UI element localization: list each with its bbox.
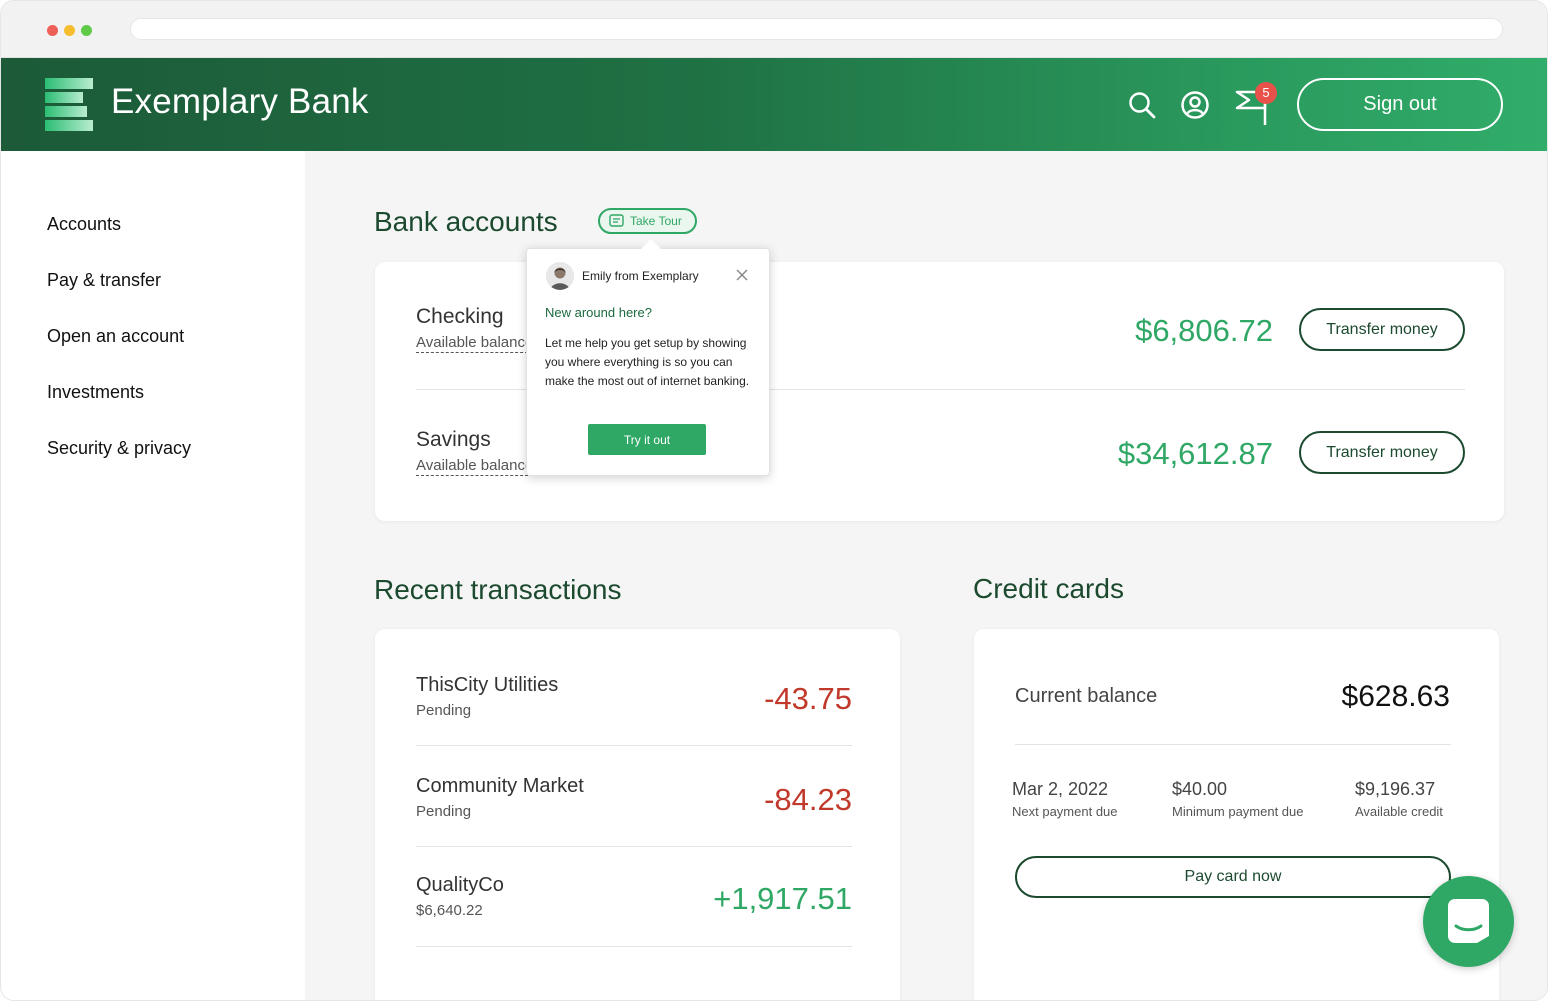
next-payment-date: Mar 2, 2022 bbox=[1012, 779, 1109, 799]
popover-body: Let me help you get setup by showing you… bbox=[545, 336, 750, 388]
savings-balance: $34,612.87 bbox=[1117, 436, 1273, 471]
minimize-window-button[interactable] bbox=[64, 25, 75, 36]
checking-balance: $6,806.72 bbox=[1135, 313, 1273, 348]
maximize-window-button[interactable] bbox=[81, 25, 92, 36]
transaction-name: Community Market bbox=[416, 775, 584, 797]
transaction-status: Pending bbox=[416, 702, 472, 719]
transaction-status: Pending bbox=[416, 803, 472, 820]
close-window-button[interactable] bbox=[47, 25, 58, 36]
popover-title: New around here? bbox=[545, 305, 652, 320]
sidebar-item-pay-transfer[interactable]: Pay & transfer bbox=[47, 270, 161, 291]
chat-icon bbox=[1448, 899, 1489, 943]
bank-accounts-title: Bank accounts bbox=[374, 206, 558, 237]
sidebar-item-security-privacy[interactable]: Security & privacy bbox=[47, 438, 191, 459]
current-balance-label: Current balance bbox=[1015, 685, 1158, 707]
sidebar-item-accounts[interactable]: Accounts bbox=[47, 214, 121, 235]
transaction-name: QualityCo bbox=[416, 874, 504, 896]
sidebar: Accounts Pay & transfer Open an account … bbox=[1, 151, 305, 1000]
savings-available-balance-label[interactable]: Available balance bbox=[416, 457, 534, 476]
notification-badge: 5 bbox=[1255, 82, 1277, 104]
savings-transfer-button[interactable]: Transfer money bbox=[1299, 431, 1465, 474]
checking-account-name: Checking bbox=[416, 305, 504, 328]
user-icon[interactable] bbox=[1180, 90, 1210, 120]
bank-logo-icon[interactable] bbox=[45, 78, 93, 131]
transaction-divider bbox=[416, 745, 852, 746]
popover-sender: Emily from Exemplary bbox=[582, 269, 699, 283]
sidebar-item-investments[interactable]: Investments bbox=[47, 382, 144, 403]
available-credit-caption: Available credit bbox=[1355, 804, 1443, 819]
search-icon[interactable] bbox=[1127, 90, 1157, 120]
next-payment-caption: Next payment due bbox=[1012, 804, 1118, 819]
minimum-payment-value: $40.00 bbox=[1172, 779, 1228, 799]
transaction-divider bbox=[416, 846, 852, 847]
transaction-name: ThisCity Utilities bbox=[416, 674, 559, 696]
avatar bbox=[546, 262, 574, 290]
available-credit-value: $9,196.37 bbox=[1355, 779, 1436, 799]
app-header: Exemplary Bank 5 Sign out bbox=[1, 58, 1547, 151]
brand-name: Exemplary Bank bbox=[111, 82, 369, 121]
browser-chrome bbox=[1, 1, 1547, 58]
checking-transfer-button[interactable]: Transfer money bbox=[1299, 308, 1465, 351]
transaction-amount: -43.75 bbox=[764, 681, 852, 716]
minimum-payment-caption: Minimum payment due bbox=[1172, 804, 1304, 819]
savings-account-name: Savings bbox=[416, 428, 491, 451]
transaction-balance: $6,640.22 bbox=[416, 902, 483, 919]
address-bar[interactable] bbox=[130, 18, 1503, 40]
checking-available-balance-label[interactable]: Available balance bbox=[416, 334, 534, 353]
app-window: Exemplary Bank 5 Sign out Accounts Pay &… bbox=[0, 0, 1548, 1001]
pay-card-now-button[interactable]: Pay card now bbox=[1015, 856, 1451, 898]
transaction-amount: +1,917.51 bbox=[713, 881, 852, 916]
recent-transactions-title: Recent transactions bbox=[374, 574, 622, 605]
popover-arrow bbox=[641, 239, 661, 249]
close-icon[interactable] bbox=[735, 268, 749, 282]
try-it-out-button[interactable]: Try it out bbox=[588, 424, 706, 455]
sidebar-item-open-account[interactable]: Open an account bbox=[47, 326, 184, 347]
credit-cards-title: Credit cards bbox=[973, 573, 1124, 604]
transaction-amount: -84.23 bbox=[764, 782, 852, 817]
current-balance-value: $628.63 bbox=[1341, 680, 1450, 713]
transaction-divider bbox=[416, 946, 852, 947]
sign-out-button[interactable]: Sign out bbox=[1297, 78, 1503, 131]
tour-icon bbox=[609, 214, 624, 227]
credit-card-divider bbox=[1015, 744, 1451, 745]
chat-launcher-button[interactable] bbox=[1423, 876, 1514, 967]
